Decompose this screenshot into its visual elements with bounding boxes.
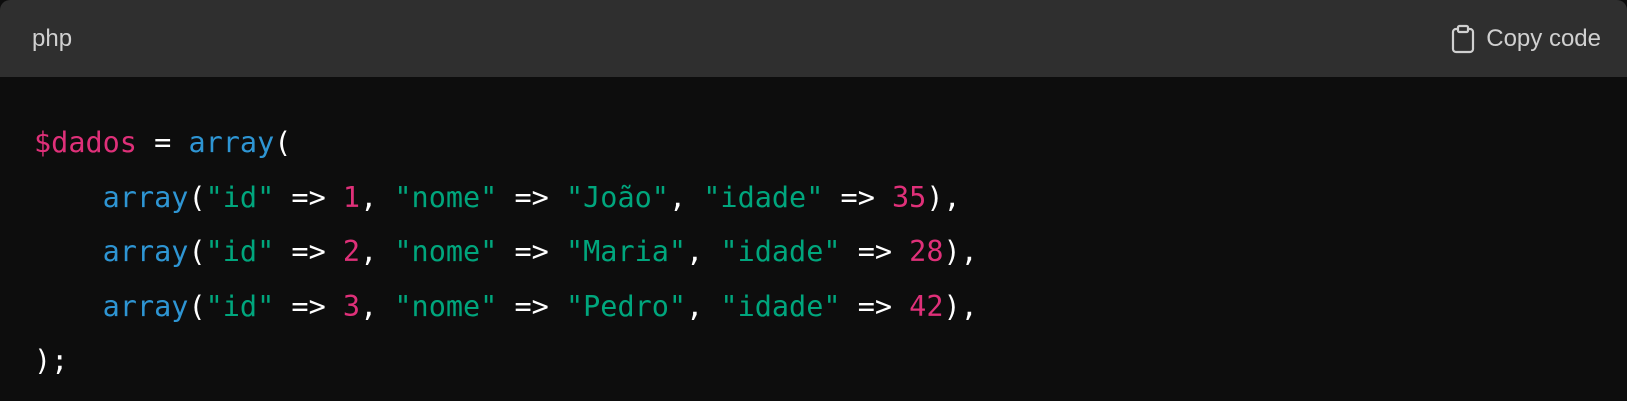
token-function: array [102, 289, 189, 323]
token-function: array [188, 126, 275, 159]
token-comma: , [686, 235, 721, 268]
token-string: "id" [205, 180, 275, 214]
token-string: "nome" [394, 235, 498, 268]
token-arrow: => [823, 180, 893, 214]
token-operator: = [136, 126, 189, 159]
code-line: array("id" => 3, "nome" => "Pedro", "ida… [34, 280, 978, 335]
token-number: 1 [342, 180, 361, 214]
copy-code-label: Copy code [1486, 24, 1601, 52]
token-arrow: => [497, 289, 566, 323]
token-number: 28 [909, 235, 944, 268]
token-paren: ); [34, 344, 69, 377]
code-line: ); [34, 334, 978, 389]
token-function: array [102, 180, 189, 214]
token-string: "id" [205, 235, 275, 268]
token-comma: , [668, 180, 704, 214]
language-label: php [32, 24, 73, 52]
token-string: "Maria" [565, 235, 687, 268]
code-block: php Copy code $dados = array( array("id"… [0, 0, 1627, 401]
token-paren: ( [188, 289, 206, 323]
token-paren: ), [943, 235, 978, 268]
token-comma: , [360, 235, 395, 268]
clipboard-icon [1450, 24, 1476, 54]
token-number: 2 [342, 235, 361, 268]
token-number: 42 [909, 289, 944, 323]
token-comma: , [360, 289, 395, 323]
token-function: array [102, 235, 189, 268]
token-string: "id" [205, 289, 275, 323]
token-comma: , [686, 289, 721, 323]
token-arrow: => [274, 289, 343, 323]
code-line: $dados = array( [34, 116, 978, 171]
token-string: "nome" [394, 289, 498, 323]
token-string: "idade" [720, 235, 841, 268]
token-paren: ), [943, 289, 978, 323]
code-content: $dados = array( array("id" => 1, "nome" … [0, 116, 978, 389]
token-arrow: => [274, 180, 343, 214]
token-string: "nome" [394, 180, 498, 214]
token-arrow: => [497, 180, 566, 214]
copy-code-button[interactable]: Copy code [1450, 24, 1601, 54]
token-arrow: => [840, 289, 910, 323]
code-line: array("id" => 2, "nome" => "Maria", "ida… [34, 225, 978, 280]
token-string: "Pedro" [565, 289, 687, 323]
token-number: 35 [892, 180, 927, 214]
token-paren: ), [926, 180, 961, 214]
code-line: array("id" => 1, "nome" => "João", "idad… [34, 171, 978, 226]
token-string: "idade" [703, 180, 824, 214]
token-comma: , [360, 180, 395, 214]
token-number: 3 [342, 289, 361, 323]
token-arrow: => [497, 235, 566, 268]
token-paren: ( [188, 235, 206, 268]
token-string: "João" [565, 180, 669, 214]
token-arrow: => [274, 235, 343, 268]
token-arrow: => [840, 235, 910, 268]
token-paren: ( [188, 180, 206, 214]
token-variable: $dados [34, 126, 137, 159]
token-string: "idade" [720, 289, 841, 323]
token-paren: ( [274, 126, 292, 159]
code-block-header: php Copy code [0, 0, 1627, 77]
